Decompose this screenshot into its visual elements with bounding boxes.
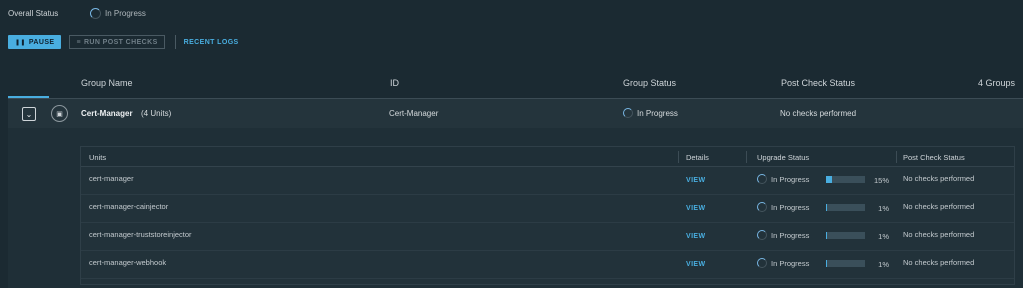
group-units-count: (4 Units) [141,109,172,118]
upgrade-status: In Progress [757,174,809,184]
upgrade-status: In Progress [757,202,809,212]
column-header-unit-post-check[interactable]: Post Check Status [903,153,965,162]
in-progress-spinner-icon [623,108,633,118]
column-header-details[interactable]: Details [686,153,709,162]
column-separator [678,151,679,163]
progress-percent: 15% [873,176,889,185]
in-progress-spinner-icon [757,174,767,184]
view-details-link[interactable]: VIEW [686,205,706,212]
progress-bar [826,232,865,239]
group-id: Cert-Manager [389,109,439,118]
column-separator [746,151,747,163]
progress-percent: 1% [878,232,889,241]
table-row: cert-manager-truststoreinjector VIEW In … [81,223,1014,251]
upgrade-status-text: In Progress [771,174,810,184]
in-progress-spinner-icon [757,258,767,268]
checklist-icon: ≡ [76,38,81,46]
toolbar-divider [174,35,176,49]
progress-bar [826,176,865,183]
column-header-upgrade-status[interactable]: Upgrade Status [757,153,809,162]
groups-table-header: Group Name ID Group Status Post Check St… [8,70,1023,98]
progress-percent: 1% [878,204,889,213]
group-name: Cert-Manager [81,109,133,118]
expand-toggle-button[interactable]: ⌄ [22,107,36,121]
unit-post-check-status: No checks performed [903,174,975,183]
in-progress-spinner-icon [757,202,767,212]
upgrade-status-page: Overall Status In Progress ❚❚ PAUSE ≡ RU… [0,0,1023,288]
overall-status-label: Overall Status [8,8,59,18]
unit-name: cert-manager [89,174,134,183]
progress-percent: 1% [878,260,889,269]
groups-count: 4 Groups [977,78,1015,88]
view-details-link[interactable]: VIEW [686,261,706,268]
column-header-units[interactable]: Units [89,153,106,162]
unit-name: cert-manager-truststoreinjector [89,230,192,239]
in-progress-spinner-icon [757,230,767,240]
view-details-link[interactable]: VIEW [686,177,706,184]
group-status-text: In Progress [637,108,678,118]
units-table: Units Details Upgrade Status Post Check … [80,146,1015,285]
column-header-post-check-status[interactable]: Post Check Status [781,78,855,88]
group-icon: ▣ [51,105,68,122]
progress-bar [826,204,865,211]
action-bar: ❚❚ PAUSE ≡ RUN POST CHECKS RECENT LOGS [8,35,239,49]
unit-post-check-status: No checks performed [903,258,975,267]
pause-button-label: PAUSE [28,38,55,46]
column-header-id[interactable]: ID [390,78,399,88]
column-header-group-name[interactable]: Group Name [81,78,133,88]
unit-name: cert-manager-webhook [89,258,167,267]
group-detail-panel: Units Details Upgrade Status Post Check … [8,128,1023,288]
upgrade-status-text: In Progress [771,230,810,240]
table-row: cert-manager-cainjector VIEW In Progress… [81,195,1014,223]
overall-status: Overall Status In Progress [8,6,146,20]
column-separator [896,151,897,163]
unit-post-check-status: No checks performed [903,202,975,211]
progress-bar [826,260,865,267]
run-post-checks-label: RUN POST CHECKS [83,38,158,46]
chevron-down-icon: ⌄ [25,109,33,119]
view-details-link[interactable]: VIEW [686,233,706,240]
units-table-header: Units Details Upgrade Status Post Check … [81,147,1014,167]
in-progress-spinner-icon [90,7,101,19]
upgrade-status-text: In Progress [771,258,810,268]
progress-bar-fill [826,260,827,267]
progress-bar-fill [826,176,832,183]
progress-bar-fill [826,232,827,239]
column-header-group-status[interactable]: Group Status [623,78,676,88]
group-status: In Progress [623,108,678,118]
unit-post-check-status: No checks performed [903,230,975,239]
progress-bar-fill [826,204,827,211]
pause-icon: ❚❚ [15,39,26,46]
unit-name: cert-manager-cainjector [89,202,169,211]
upgrade-status-text: In Progress [771,202,810,212]
upgrade-status: In Progress [757,230,809,240]
group-row: ⌄ ▣ Cert-Manager (4 Units) Cert-Manager … [8,99,1023,128]
group-post-check-status: No checks performed [780,109,857,118]
upgrade-status: In Progress [757,258,809,268]
table-row: cert-manager VIEW In Progress 15% No che… [81,167,1014,195]
pause-button[interactable]: ❚❚ PAUSE [8,35,62,49]
run-post-checks-button[interactable]: ≡ RUN POST CHECKS [69,35,165,49]
table-row: cert-manager-webhook VIEW In Progress 1%… [81,251,1014,279]
recent-logs-link[interactable]: RECENT LOGS [184,39,239,46]
overall-status-value: In Progress [105,8,146,18]
